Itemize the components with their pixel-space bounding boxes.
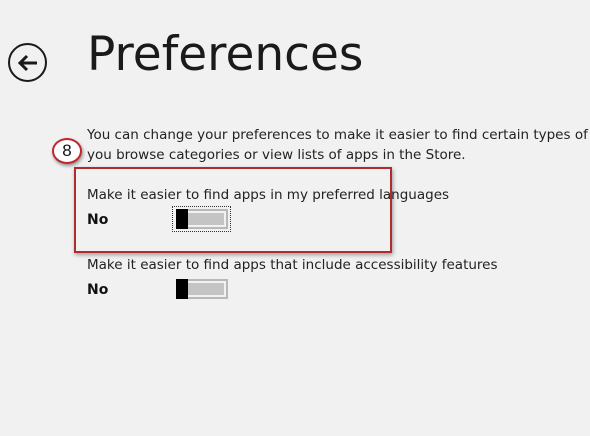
accessibility-features-label: Make it easier to find apps that include…	[87, 257, 498, 273]
store-preferences-page: Preferences You can change your preferen…	[0, 0, 590, 436]
annotation-highlight-box	[74, 167, 392, 253]
preferences-description: You can change your preferences to make …	[87, 125, 590, 165]
back-arrow-icon	[17, 54, 37, 71]
description-line-2: you browse categories or view lists of a…	[87, 147, 466, 163]
description-line-1: You can change your preferences to make …	[87, 127, 590, 143]
back-button[interactable]	[8, 43, 47, 82]
accessibility-features-value: No	[87, 282, 109, 298]
page-title: Preferences	[87, 27, 364, 82]
step-number-badge: 8	[52, 138, 82, 164]
accessibility-features-toggle[interactable]	[176, 279, 228, 299]
toggle-thumb	[176, 279, 188, 299]
